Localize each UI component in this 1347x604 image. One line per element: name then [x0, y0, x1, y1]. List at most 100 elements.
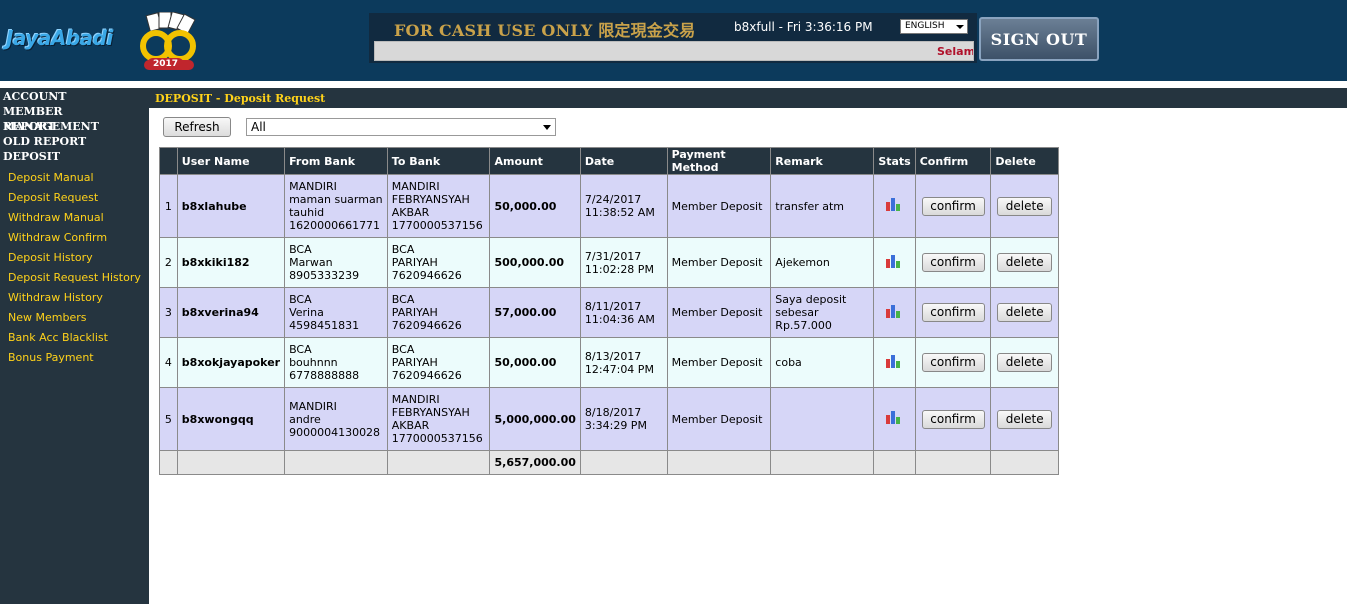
- delete-button[interactable]: delete: [997, 253, 1053, 272]
- stats-bar-chart-icon[interactable]: [886, 254, 903, 268]
- refresh-button[interactable]: Refresh: [163, 117, 231, 137]
- language-select[interactable]: ENGLISH: [900, 19, 968, 34]
- to-bank-line: 1770000537156: [391, 432, 483, 445]
- chart-bar: [886, 202, 891, 211]
- total-cell-empty: [873, 450, 916, 475]
- remark-cell: [770, 387, 875, 451]
- user-name[interactable]: b8xkiki182: [176, 237, 286, 288]
- confirm-cell: confirm: [914, 337, 992, 388]
- from-bank-line: maman suarman: [289, 193, 383, 206]
- confirm-button[interactable]: confirm: [921, 409, 985, 429]
- ticker-text: Selama: [937, 45, 974, 58]
- chart-bar: [896, 360, 901, 368]
- chart-bar: [886, 308, 891, 318]
- date-line: 7/24/2017: [584, 193, 642, 206]
- amount: 50,000.00: [489, 337, 581, 388]
- col-header-from-bank: From Bank: [284, 147, 388, 175]
- from-bank-cell: BCA Verina 4598451831: [284, 287, 388, 338]
- remark-cell: Ajekemon: [770, 237, 875, 288]
- date-cell: 7/31/2017 11:02:28 PM: [579, 237, 668, 288]
- user-name[interactable]: b8xlahube: [176, 174, 286, 238]
- total-cell-empty: [770, 450, 875, 475]
- stats-cell: [873, 237, 916, 288]
- table-row: 2 b8xkiki182 BCA Marwan 8905333239 BCA PARIYAH…: [159, 237, 1059, 288]
- sidebar-item-bank-acc-blacklist[interactable]: Bank Acc Blacklist: [0, 328, 149, 348]
- delete-button[interactable]: delete: [997, 353, 1053, 372]
- total-cell-empty: [284, 450, 388, 475]
- delete-cell: delete: [990, 337, 1059, 388]
- sidebar-item-bonus-payment[interactable]: Bonus Payment: [0, 348, 149, 368]
- status-filter-select[interactable]: All: [246, 118, 556, 136]
- user-name[interactable]: b8xverina94: [176, 287, 286, 338]
- stats-bar-chart-icon[interactable]: [886, 411, 903, 424]
- dropdown-arrow-icon: [956, 25, 964, 29]
- confirm-button[interactable]: confirm: [921, 196, 985, 216]
- chart-bar: [886, 258, 891, 268]
- total-cell-empty: [176, 450, 286, 475]
- from-bank-cell: BCA Marwan 8905333239: [284, 237, 388, 288]
- from-bank-cell: MANDIRI maman suarman tauhid 1620000661771: [284, 174, 388, 238]
- sidebar-item-withdraw-manual[interactable]: Withdraw Manual: [0, 208, 149, 228]
- sidebar-item-deposit-request-history[interactable]: Deposit Request History: [0, 268, 149, 288]
- deposit-request-table: User Name From Bank To Bank Amount Date …: [159, 147, 1059, 475]
- confirm-cell: confirm: [914, 174, 992, 238]
- chart-bar: [896, 204, 901, 211]
- header: JayaAbadi 2017 FOR CASH USE ONLY 限定現金交易 …: [0, 0, 1347, 81]
- confirm-button[interactable]: confirm: [921, 303, 985, 322]
- menu-member-management[interactable]: MEMBER MANAGEMENT: [0, 104, 149, 133]
- stats-bar-chart-icon[interactable]: [886, 304, 903, 318]
- sidebar-item-deposit-history[interactable]: Deposit History: [0, 248, 149, 268]
- from-bank-line: 4598451831: [289, 319, 360, 332]
- from-bank-line: tauhid: [289, 206, 325, 219]
- sidebar-item-deposit-request[interactable]: Deposit Request: [0, 188, 149, 208]
- chart-bar: [896, 260, 901, 268]
- to-bank-line: 1770000537156: [391, 219, 483, 232]
- date-line: 7/31/2017: [584, 249, 642, 263]
- menu-old-report[interactable]: OLD REPORT: [0, 134, 149, 149]
- confirm-button[interactable]: confirm: [921, 353, 985, 372]
- to-bank-line: MANDIRI: [391, 180, 440, 193]
- total-row: 5,657,000.00: [159, 450, 1059, 475]
- stats-bar-chart-icon[interactable]: [886, 198, 903, 211]
- stats-bar-chart-icon[interactable]: [886, 354, 903, 368]
- delete-cell: delete: [990, 237, 1059, 288]
- confirm-cell: confirm: [914, 387, 992, 451]
- to-bank-cell: BCA PARIYAH 7620946626: [386, 337, 491, 388]
- delete-button[interactable]: delete: [997, 409, 1053, 429]
- to-bank-line: BCA: [391, 293, 415, 306]
- amount: 57,000.00: [489, 287, 581, 338]
- user-name[interactable]: b8xwongqq: [176, 387, 286, 451]
- sidebar-item-deposit-manual[interactable]: Deposit Manual: [0, 168, 149, 188]
- page-title: DEPOSIT - Deposit Request: [155, 92, 326, 105]
- delete-button[interactable]: delete: [997, 196, 1053, 216]
- sidebar-item-withdraw-history[interactable]: Withdraw History: [0, 288, 149, 308]
- chart-bar: [896, 417, 901, 424]
- from-bank-line: BCA: [289, 243, 312, 256]
- amount: 5,000,000.00: [489, 387, 581, 451]
- to-bank-line: PARIYAH: [391, 306, 438, 319]
- from-bank-line: 8905333239: [289, 269, 360, 282]
- to-bank-line: MANDIRI: [391, 393, 440, 406]
- delete-button[interactable]: delete: [997, 303, 1053, 322]
- payment-method: Member Deposit: [666, 287, 772, 338]
- menu-deposit[interactable]: DEPOSIT: [0, 149, 149, 164]
- user-name[interactable]: b8xokjayapoker: [176, 337, 286, 388]
- sidebar-item-new-members[interactable]: New Members: [0, 308, 149, 328]
- sign-out-button[interactable]: SIGN OUT: [979, 17, 1099, 61]
- payment-method: Member Deposit: [666, 387, 772, 451]
- news-ticker: Selama: [374, 41, 974, 61]
- payment-method: Member Deposit: [666, 174, 772, 238]
- to-bank-line: PARIYAH: [391, 256, 438, 269]
- sidebar-item-withdraw-confirm[interactable]: Withdraw Confirm: [0, 228, 149, 248]
- confirm-button[interactable]: confirm: [921, 253, 985, 272]
- date-cell: 8/18/2017 3:34:29 PM: [579, 387, 668, 451]
- payment-method: Member Deposit: [666, 237, 772, 288]
- col-header-to-bank: To Bank: [386, 147, 491, 175]
- chart-bar: [896, 310, 901, 318]
- menu-account[interactable]: ACCOUNT: [0, 89, 149, 104]
- from-bank-line: 1620000661771: [289, 219, 381, 232]
- logo[interactable]: JayaAbadi 2017: [6, 8, 206, 74]
- date-line: 12:47:04 PM: [584, 362, 654, 376]
- to-bank-cell: MANDIRI FEBRYANSYAH AKBAR 1770000537156: [386, 174, 491, 238]
- to-bank-line: AKBAR: [391, 206, 430, 219]
